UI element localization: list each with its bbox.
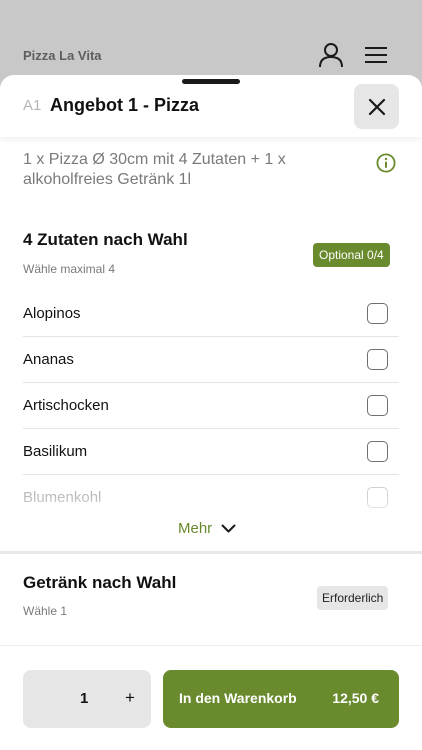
show-more-button[interactable]: Mehr xyxy=(178,520,236,537)
option-label: Ananas xyxy=(23,351,74,368)
user-icon[interactable] xyxy=(318,42,344,68)
footer-bar: 1 + In den Warenkorb 12,50 € xyxy=(0,645,422,750)
cart-price: 12,50 € xyxy=(332,690,379,706)
option-row[interactable]: Basilikum xyxy=(23,429,399,475)
option-label: Artischocken xyxy=(23,397,109,414)
product-code: A1 xyxy=(23,97,42,114)
close-icon xyxy=(368,98,385,115)
product-sheet: A1 Angebot 1 - Pizza 1 x Pizza Ø 30cm mi… xyxy=(0,75,422,750)
optional-badge: Optional 0/4 xyxy=(313,243,390,267)
add-to-cart-button[interactable]: In den Warenkorb 12,50 € xyxy=(163,670,399,728)
toppings-list: Alopinos Ananas Artischocken Basilikum B… xyxy=(23,291,399,521)
quantity-stepper: 1 + xyxy=(23,670,151,728)
toppings-title: 4 Zutaten nach Wahl xyxy=(23,230,188,249)
quantity-value: 1 xyxy=(80,690,89,707)
quantity-plus-button[interactable]: + xyxy=(119,687,141,709)
product-title: Angebot 1 - Pizza xyxy=(50,95,200,115)
add-to-cart-label: In den Warenkorb xyxy=(179,690,297,706)
sheet-grabber[interactable] xyxy=(182,79,240,84)
restaurant-name: Pizza La Vita xyxy=(23,48,102,63)
section-divider xyxy=(0,551,422,554)
show-more-label: Mehr xyxy=(178,520,213,537)
option-row[interactable]: Ananas xyxy=(23,337,399,383)
option-label: Basilikum xyxy=(23,443,88,460)
option-row[interactable]: Alopinos xyxy=(23,291,399,337)
option-checkbox[interactable] xyxy=(367,395,388,416)
info-icon[interactable] xyxy=(376,153,396,173)
chevron-down-icon xyxy=(221,524,236,533)
option-checkbox[interactable] xyxy=(367,441,388,462)
option-label: Alopinos xyxy=(23,305,81,322)
toppings-subtitle: Wähle maximal 4 xyxy=(23,262,116,276)
menu-icon[interactable] xyxy=(364,46,388,64)
required-badge: Erforderlich xyxy=(317,586,389,610)
drink-title: Getränk nach Wahl xyxy=(23,573,177,592)
sheet-header: A1 Angebot 1 - Pizza xyxy=(0,75,422,137)
close-button[interactable] xyxy=(354,84,399,129)
option-checkbox[interactable] xyxy=(367,349,388,370)
drink-subtitle: Wähle 1 xyxy=(23,604,68,618)
product-description: 1 x Pizza Ø 30cm mit 4 Zutaten + 1 x alk… xyxy=(23,151,286,188)
option-checkbox[interactable] xyxy=(367,303,388,324)
option-row[interactable]: Artischocken xyxy=(23,383,399,429)
